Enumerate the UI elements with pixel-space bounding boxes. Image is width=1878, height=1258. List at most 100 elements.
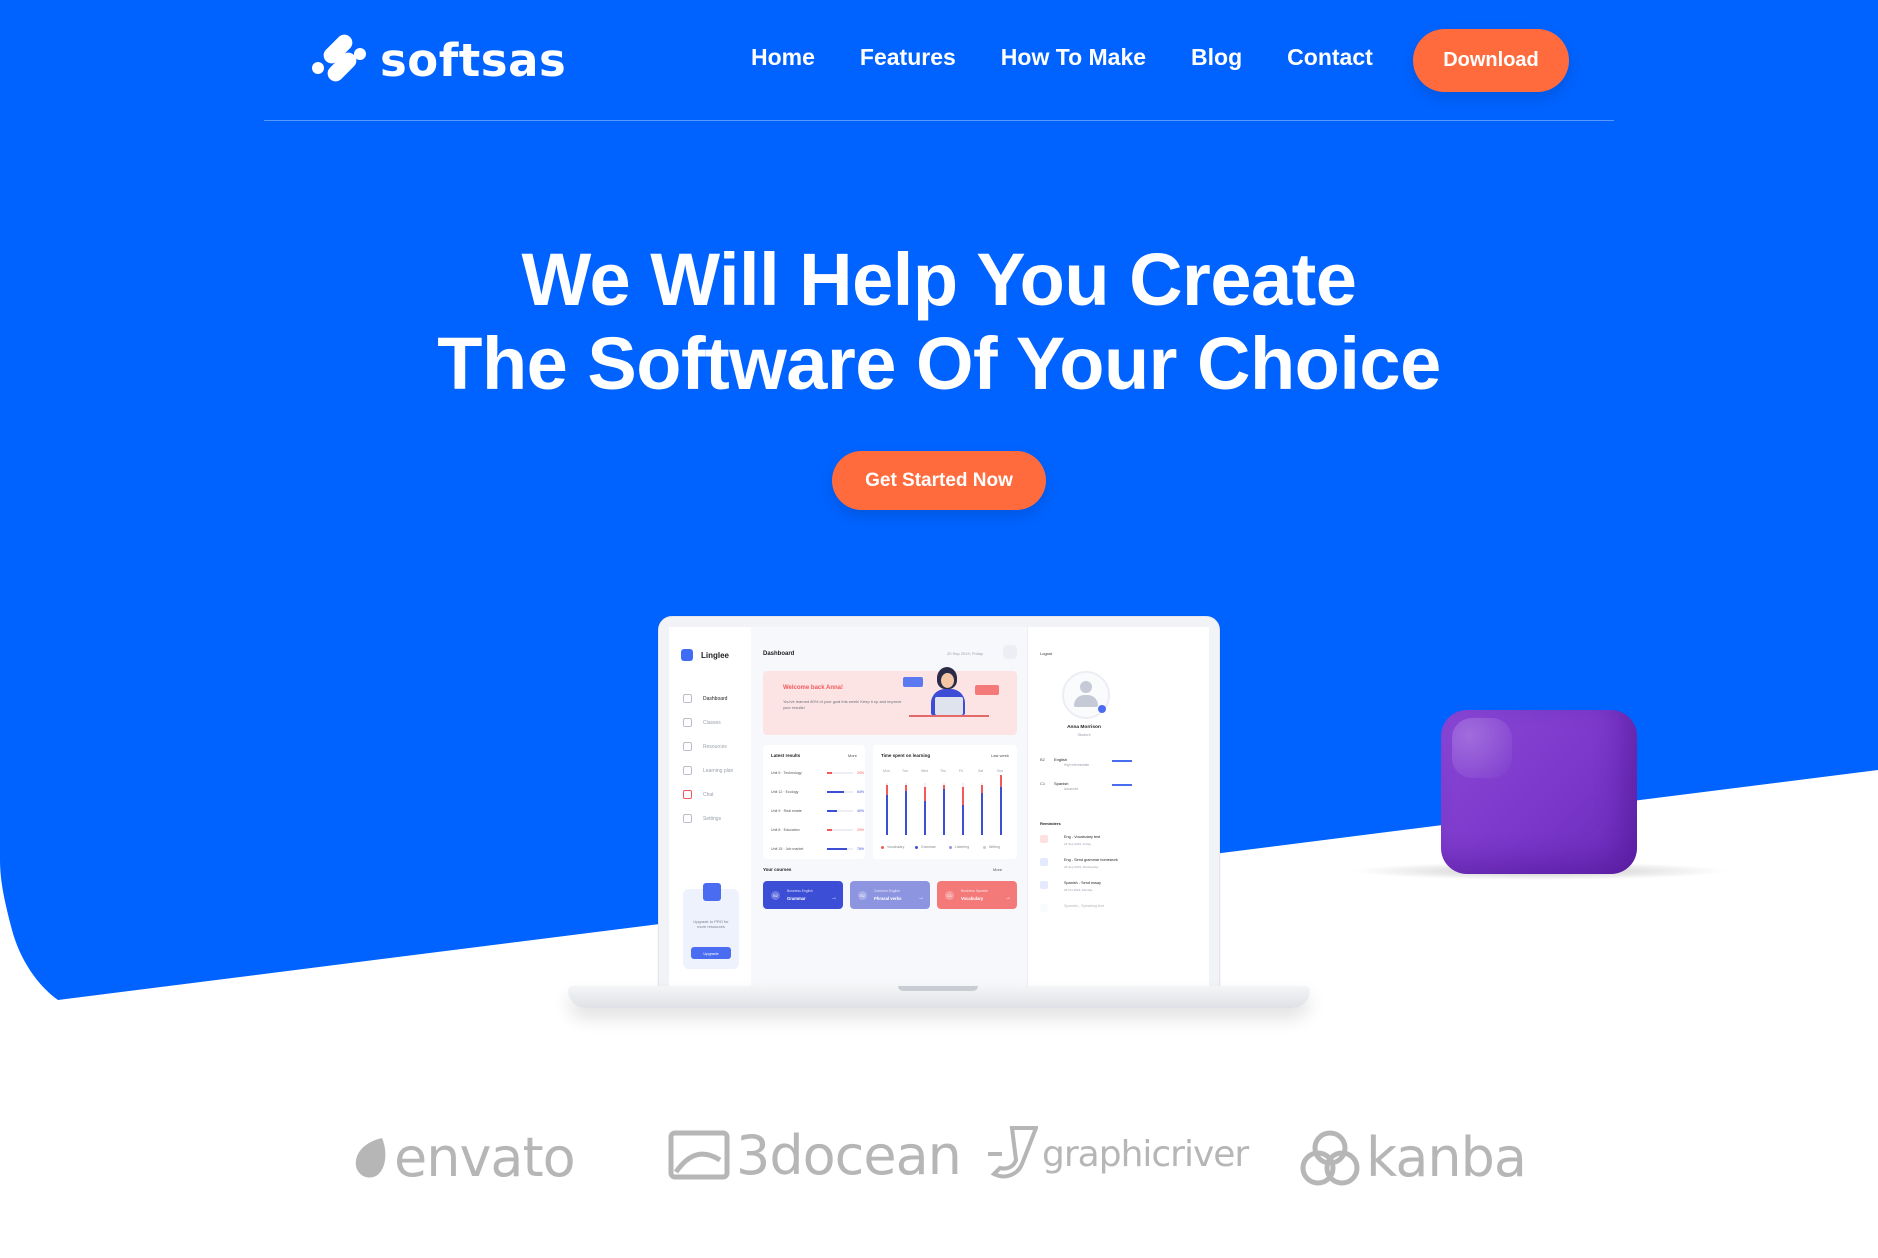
time-bar: [905, 783, 907, 835]
3docean-logo-icon: [668, 1130, 730, 1179]
course-level: B2: [858, 891, 867, 900]
result-topic: Job market: [785, 847, 804, 851]
language-sublabel: Advanced: [1064, 787, 1079, 791]
result-progress-bar: [827, 791, 853, 793]
dashboard-icon: [683, 694, 692, 703]
chart-legend-item: Grammar: [915, 845, 936, 849]
time-bar-vocabulary: [943, 789, 945, 835]
time-spent-title: Time spent on learning: [881, 753, 931, 758]
laptop-base: [568, 986, 1310, 1008]
arrow-right-icon: →: [831, 895, 837, 901]
legend-label: Listening: [955, 845, 970, 849]
partner-envato-label: envato: [394, 1126, 576, 1189]
laptop-mockup: Linglee Dashboard Classes Resources Lear…: [568, 614, 1310, 1014]
partner-graphicriver-label: graphicriver: [1042, 1133, 1249, 1175]
envato-leaf-icon: [355, 1137, 386, 1178]
landing-page: softsas Home Features How To Make Blog C…: [0, 0, 1878, 1258]
courses-title: Your courses: [763, 867, 792, 872]
time-bar: [886, 783, 888, 835]
chat-bubble-icon: [975, 685, 999, 695]
reminder-date: 28 Oct 2019, Monday: [1064, 888, 1093, 892]
time-bar: [1000, 775, 1002, 835]
softsas-logo-icon: [312, 34, 366, 82]
sidebar-item-dashboard: Dashboard: [683, 694, 727, 703]
result-progress-fill: [827, 791, 844, 793]
nav-contact-link[interactable]: Contact: [1287, 44, 1373, 71]
result-percent: 76%: [857, 847, 865, 851]
language-name: English: [1054, 757, 1068, 762]
course-category: Common English: [874, 889, 900, 893]
course-category: Business Spanish: [961, 889, 988, 893]
chat-bubble-icon: [903, 677, 923, 687]
hero-title: We Will Help You Create The Software Of …: [0, 238, 1878, 406]
reminder-title: Eng - Send grammar homework: [1064, 858, 1118, 862]
sidebar-item-label: Resources: [703, 743, 727, 750]
dashboard-logo: Linglee: [681, 649, 729, 661]
latest-results-title: Latest results: [771, 753, 801, 758]
time-bar-grammar: [962, 787, 964, 805]
course-level: B2: [771, 891, 780, 900]
reminder-icon: [1040, 858, 1048, 866]
course-card: B2 Common English Phrasal verbs →: [850, 881, 930, 909]
result-label: Unit 8: [771, 828, 781, 832]
result-percent: 20%: [857, 771, 865, 775]
search-icon: [1003, 645, 1017, 659]
sidebar-item-learning-plan: Learning plan: [683, 766, 733, 775]
nav-features-link[interactable]: Features: [860, 44, 956, 71]
time-bar-vocabulary: [905, 791, 907, 835]
upgrade-card: Upgrade to PRO for more resources Upgrad…: [683, 883, 739, 969]
nav-how-to-make-link[interactable]: How To Make: [1001, 44, 1146, 71]
language-name: Spanish: [1054, 781, 1069, 786]
legend-dot: [983, 845, 986, 849]
time-bar-vocabulary: [981, 793, 983, 835]
legend-dot: [949, 845, 952, 849]
time-bar: [943, 783, 945, 835]
reminder-icon: [1040, 904, 1048, 912]
reminder-item: Spanish - Speaking test: [1040, 904, 1200, 920]
result-progress-bar: [827, 772, 853, 774]
time-bar-grammar: [1000, 775, 1002, 787]
time-bar-grammar: [924, 787, 926, 801]
hero-title-line-1: We Will Help You Create: [521, 238, 1357, 321]
learning-plan-icon: [683, 766, 692, 775]
time-bar-grammar: [905, 785, 907, 791]
nav-blog-link[interactable]: Blog: [1191, 44, 1242, 71]
legend-label: Writing: [989, 845, 1000, 849]
chart-legend-item: Listening: [949, 845, 969, 849]
welcome-banner: Welcome back Anna! You've learned 80% of…: [763, 667, 1017, 735]
course-name: Grammar: [787, 896, 806, 901]
download-button[interactable]: Download: [1413, 29, 1569, 92]
dashboard-app-name: Linglee: [701, 650, 730, 660]
sidebar-item-settings: Settings: [683, 814, 721, 823]
result-progress-fill: [827, 829, 833, 831]
classes-icon: [683, 718, 692, 727]
language-level: B2: [1040, 757, 1045, 762]
partner-logos: envato 3docean graphicriver kanba: [0, 1120, 1878, 1200]
reminders-title: Reminders: [1040, 821, 1061, 826]
course-card: B2 Business English Grammar →: [763, 881, 843, 909]
dashboard-date: 20 Sep 2019, Friday: [947, 651, 984, 656]
language-row: B2 English High Intermediate: [1040, 757, 1140, 767]
dashboard-main: Dashboard 20 Sep 2019, Friday Welcome ba…: [751, 627, 1027, 1001]
course-name: Vocabulary: [961, 896, 984, 901]
hero-title-line-2: The Software Of Your Choice: [437, 322, 1441, 405]
time-bar-grammar: [943, 785, 945, 789]
time-bar-vocabulary: [962, 805, 964, 835]
result-label: Unit 12: [771, 790, 783, 794]
nav-home-link[interactable]: Home: [751, 44, 815, 71]
reminder-date: 26 Sep 2019, Wednesday: [1064, 865, 1099, 869]
brand-logo[interactable]: softsas: [308, 28, 566, 92]
user-avatar-body: [1074, 695, 1098, 707]
result-progress-bar: [827, 848, 853, 850]
time-bar-grammar: [981, 785, 983, 793]
partner-3docean: 3docean: [668, 1124, 962, 1187]
time-bar-vocabulary: [1000, 787, 1002, 835]
logout-link: Logout: [1040, 651, 1053, 656]
time-bar: [924, 783, 926, 835]
laptop-icon: [935, 697, 963, 715]
upgrade-text: Upgrade to PRO for more resources: [693, 919, 729, 929]
time-bar: [962, 783, 964, 835]
language-level: C1: [1040, 781, 1046, 786]
get-started-button[interactable]: Get Started Now: [832, 451, 1046, 510]
avatar-badge: [1098, 705, 1106, 713]
